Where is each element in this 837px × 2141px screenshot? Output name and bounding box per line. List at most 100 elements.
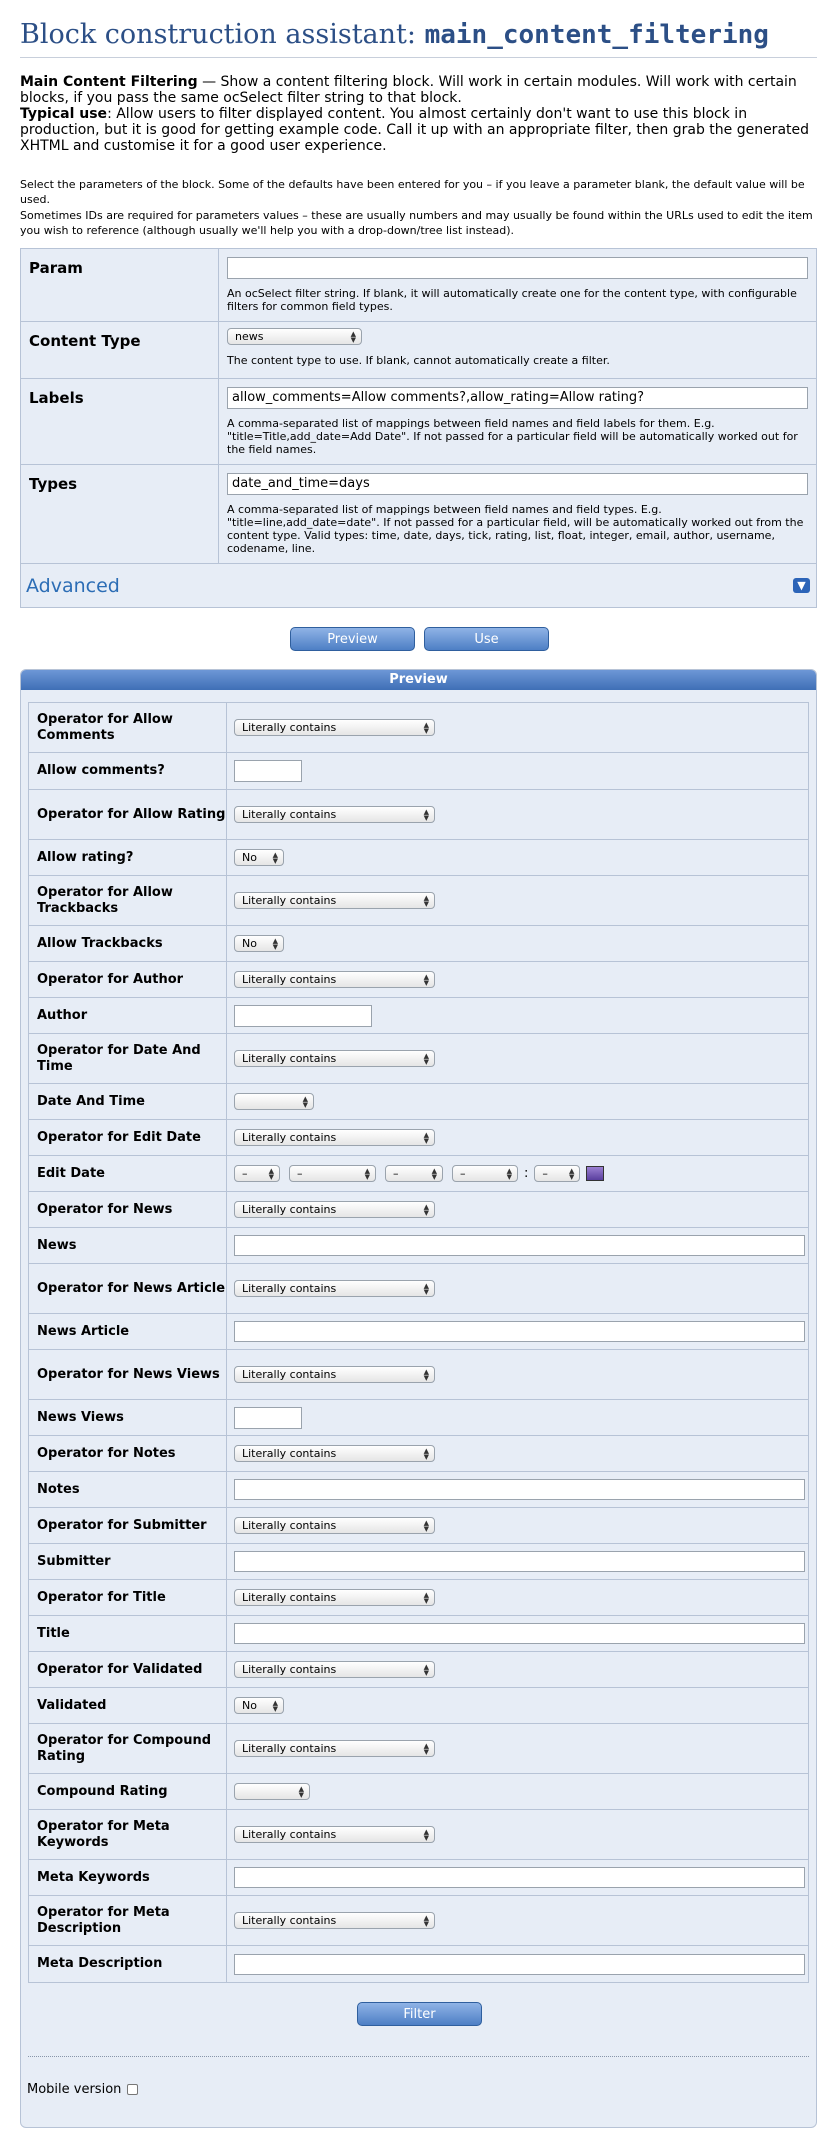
field-label: Operator for Author xyxy=(29,962,227,997)
select-value: No xyxy=(242,937,257,950)
advanced-toggle[interactable]: Advanced ▼ xyxy=(21,564,816,607)
preview-button[interactable]: Preview xyxy=(290,627,415,651)
field-cell xyxy=(227,1314,808,1349)
field-label: Operator for Submitter xyxy=(29,1508,227,1543)
news-views-input[interactable] xyxy=(234,1406,302,1429)
meta-keywords-input[interactable] xyxy=(234,1867,805,1888)
block-description: Main Content Filtering — Show a content … xyxy=(20,74,820,154)
use-button[interactable]: Use xyxy=(424,627,549,651)
field-cell: Literally contains ▲ ▼ xyxy=(227,1652,808,1687)
field-label: Allow rating? xyxy=(29,840,227,875)
filter-row: Operator for Notes Literally contains ▲ ▼ xyxy=(29,1436,808,1472)
field-cell: – ▲ ▼ – ▲ ▼ – ▲ ▼ – ▲ ▼ : – ▲ ▼ xyxy=(227,1156,808,1191)
field-label: Operator for Compound Rating xyxy=(29,1724,227,1773)
operator-select[interactable]: Literally contains ▲ ▼ xyxy=(234,971,435,988)
field-label: Operator for Meta Keywords xyxy=(29,1810,227,1859)
labels-input[interactable]: allow_comments=Allow comments?,allow_rat… xyxy=(227,387,808,409)
operator-select[interactable]: Literally contains ▲ ▼ xyxy=(234,1201,435,1218)
field-label: News xyxy=(29,1228,227,1263)
param-input[interactable] xyxy=(227,257,808,279)
filter-row: Allow comments? xyxy=(29,753,808,790)
day-select[interactable]: – ▲ ▼ xyxy=(234,1165,280,1182)
mobile-version-toggle[interactable]: Mobile version xyxy=(27,2082,139,2097)
select-value: – xyxy=(393,1167,399,1180)
operator-select[interactable]: Literally contains ▲ ▼ xyxy=(234,806,435,823)
operator-select[interactable]: Literally contains ▲ ▼ xyxy=(234,719,435,736)
operator-select[interactable]: Literally contains ▲ ▼ xyxy=(234,1589,435,1606)
month-select[interactable]: – ▲ ▼ xyxy=(289,1165,376,1182)
operator-select[interactable]: Literally contains ▲ ▼ xyxy=(234,1661,435,1678)
compound-rating-select[interactable]: ▲ ▼ xyxy=(234,1783,310,1800)
operator-select[interactable]: Literally contains ▲ ▼ xyxy=(234,1517,435,1534)
operator-select[interactable]: Literally contains ▲ ▼ xyxy=(234,1366,435,1383)
author-input[interactable] xyxy=(234,1004,372,1027)
field-cell xyxy=(227,1946,808,1982)
field-label: Operator for Allow Comments xyxy=(29,703,227,752)
calendar-icon[interactable] xyxy=(586,1166,605,1181)
allow-comments-input[interactable] xyxy=(234,760,302,782)
select-arrows-icon: ▲ ▼ xyxy=(423,893,429,908)
select-arrows-icon: ▲ ▼ xyxy=(423,1518,429,1533)
mobile-version-checkbox[interactable] xyxy=(127,2084,139,2095)
filter-row: Operator for Submitter Literally contain… xyxy=(29,1508,808,1544)
field-label: Operator for Date And Time xyxy=(29,1034,227,1083)
field-label: Validated xyxy=(29,1688,227,1723)
field-label: Compound Rating xyxy=(29,1774,227,1809)
expand-icon[interactable]: ▼ xyxy=(793,578,810,593)
types-input[interactable]: date_and_time=days xyxy=(227,473,808,495)
operator-select[interactable]: Literally contains ▲ ▼ xyxy=(234,1740,435,1757)
select-params-note: Select the parameters of the block. Some… xyxy=(20,178,805,206)
year-select[interactable]: – ▲ ▼ xyxy=(385,1165,443,1182)
minute-select[interactable]: – ▲ ▼ xyxy=(534,1165,581,1182)
filter-row: Operator for News Views Literally contai… xyxy=(29,1350,808,1400)
validated-select[interactable]: No ▲ ▼ xyxy=(234,1697,284,1714)
field-label: Allow comments? xyxy=(29,753,227,789)
allow-rating-select[interactable]: No ▲ ▼ xyxy=(234,849,284,866)
title-input[interactable] xyxy=(234,1623,805,1644)
select-value: No xyxy=(242,851,257,864)
operator-select[interactable]: Literally contains ▲ ▼ xyxy=(234,1280,435,1297)
select-arrows-icon: ▲ ▼ xyxy=(423,1741,429,1756)
field-label: News Views xyxy=(29,1400,227,1435)
field-cell: Literally contains ▲ ▼ xyxy=(227,1436,808,1471)
operator-value: Literally contains xyxy=(242,808,337,821)
field-cell: Literally contains ▲ ▼ xyxy=(227,962,808,997)
mobile-version-label: Mobile version xyxy=(27,2082,122,2097)
advanced-label: Advanced xyxy=(26,574,120,597)
typical-use-label: Typical use xyxy=(20,106,108,122)
operator-select[interactable]: Literally contains ▲ ▼ xyxy=(234,1912,435,1929)
filter-row: Validated No ▲ ▼ xyxy=(29,1688,808,1724)
filter-row: Operator for Allow Trackbacks Literally … xyxy=(29,876,808,926)
field-label: Notes xyxy=(29,1472,227,1507)
hour-select[interactable]: – ▲ ▼ xyxy=(452,1165,518,1182)
select-value: – xyxy=(242,1167,248,1180)
filter-row: Operator for Meta Keywords Literally con… xyxy=(29,1810,808,1860)
notes-input[interactable] xyxy=(234,1479,805,1500)
operator-select[interactable]: Literally contains ▲ ▼ xyxy=(234,1129,435,1146)
field-label: Edit Date xyxy=(29,1156,227,1191)
select-arrows-icon: ▲ ▼ xyxy=(569,1166,575,1181)
field-cell: Literally contains ▲ ▼ xyxy=(227,1896,808,1945)
page-title: Block construction assistant: main_conte… xyxy=(20,20,817,58)
types-field-cell: date_and_time=days A comma-separated lis… xyxy=(219,465,816,563)
filter-button[interactable]: Filter xyxy=(357,2002,482,2026)
date-and-time-select[interactable]: ▲ ▼ xyxy=(234,1093,314,1110)
field-label: Title xyxy=(29,1616,227,1651)
content-type-select[interactable]: news ▲ ▼ xyxy=(227,328,362,345)
news-input[interactable] xyxy=(234,1235,805,1256)
operator-select[interactable]: Literally contains ▲ ▼ xyxy=(234,1826,435,1843)
operator-select[interactable]: Literally contains ▲ ▼ xyxy=(234,1050,435,1067)
labels-row: Labels allow_comments=Allow comments?,al… xyxy=(21,379,816,465)
filter-row: Compound Rating ▲ ▼ xyxy=(29,1774,808,1810)
select-value: No xyxy=(242,1699,257,1712)
select-arrows-icon: ▲ ▼ xyxy=(423,1662,429,1677)
meta-description-input[interactable] xyxy=(234,1953,805,1975)
operator-select[interactable]: Literally contains ▲ ▼ xyxy=(234,1445,435,1462)
allow-trackbacks-select[interactable]: No ▲ ▼ xyxy=(234,935,284,952)
news-article-input[interactable] xyxy=(234,1321,805,1342)
select-arrows-icon: ▲ ▼ xyxy=(423,1130,429,1145)
operator-value: Literally contains xyxy=(242,1828,337,1841)
submitter-input[interactable] xyxy=(234,1551,805,1572)
labels-label: Labels xyxy=(21,379,219,464)
operator-select[interactable]: Literally contains ▲ ▼ xyxy=(234,892,435,909)
